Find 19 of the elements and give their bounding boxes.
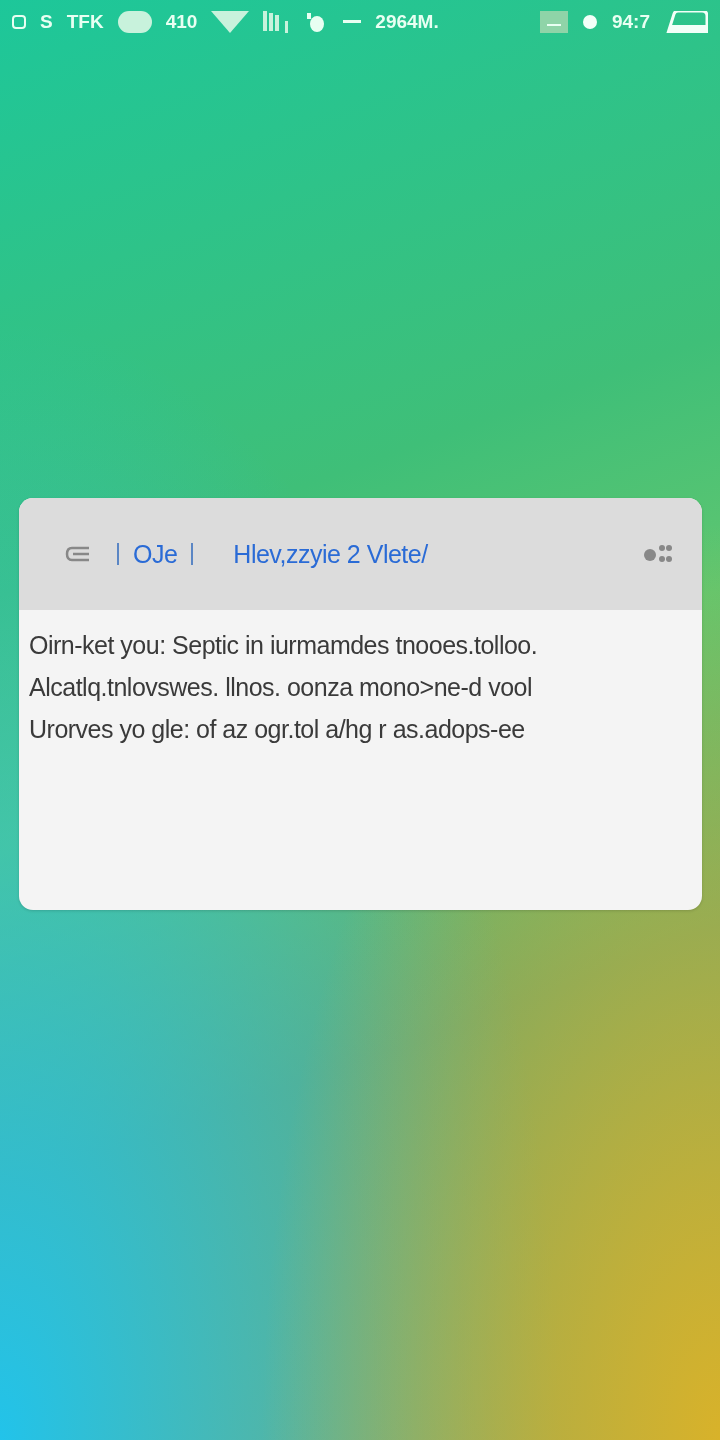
wifi-icon — [211, 11, 250, 33]
network-text: 410 — [165, 11, 198, 33]
status-text: S — [40, 11, 53, 33]
card-title: Hlev,zzyie 2 Vlete/ — [233, 539, 428, 569]
message-text: Alcatlq.tnlovswes. llnos. oonza mono>ne-d vool — [29, 672, 533, 703]
back-icon[interactable] — [65, 546, 91, 562]
clock-text: 94:7 — [611, 11, 650, 33]
status-text: TFK — [66, 11, 104, 33]
dot-icon — [581, 14, 598, 30]
message-text: Urorves yo gle: of az ogr.tol a/hg r as.adops-ee — [29, 714, 526, 745]
message-text: Oirn-ket you: Septic in iurmamdes tnooes.tolloo. — [29, 630, 539, 661]
pill-icon — [117, 11, 152, 33]
dash-icon — [343, 20, 362, 24]
tab[interactable]: OJe — [133, 539, 178, 569]
notification-icon — [12, 15, 26, 29]
more-icon[interactable] — [644, 544, 672, 564]
square-icon — [539, 11, 568, 33]
storage-text: 2964M. — [375, 11, 439, 33]
battery-icon — [664, 11, 708, 33]
